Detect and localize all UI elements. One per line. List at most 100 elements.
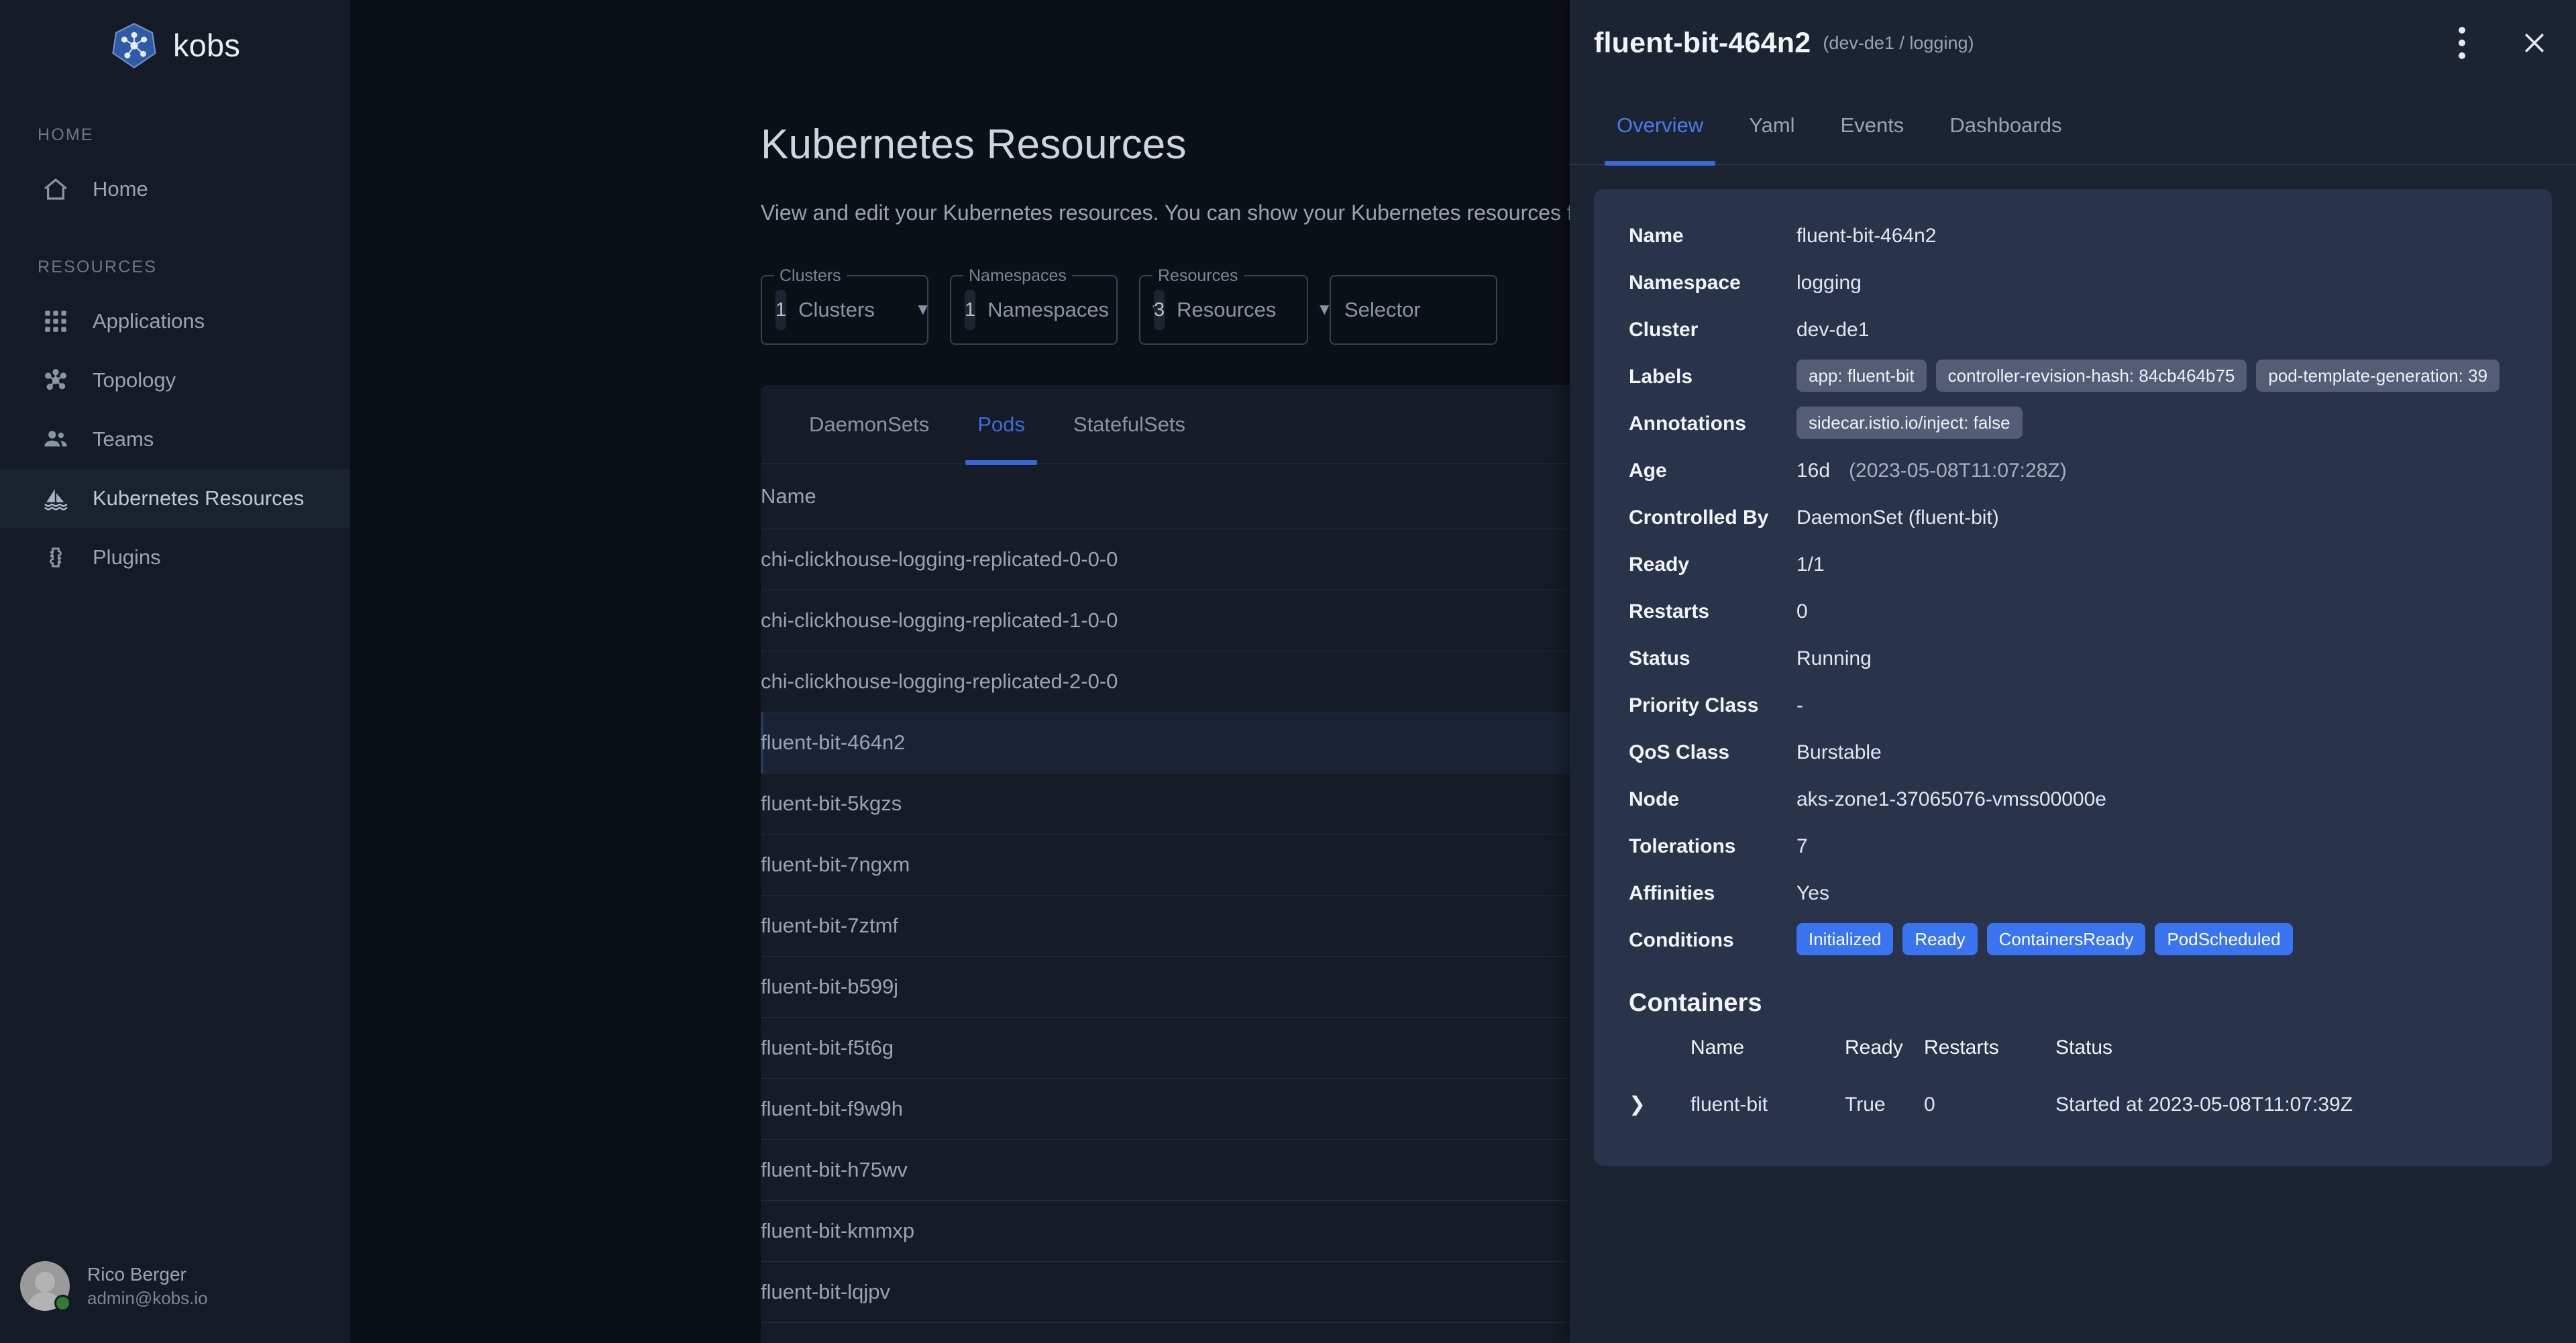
detail-text: 0 xyxy=(1796,600,1808,623)
tab-pods[interactable]: Pods xyxy=(953,385,1049,465)
detail-row: Ready 1/1 xyxy=(1629,547,2517,582)
namespaces-label: Namespaces xyxy=(963,266,1072,286)
topology-icon xyxy=(44,369,67,390)
sidebar-item-teams[interactable]: Teams xyxy=(0,410,350,469)
namespaces-value: Namespaces xyxy=(987,298,1110,321)
container-row[interactable]: ❯ fluent-bit True 0 Started at 2023-05-08T11… xyxy=(1629,1078,2517,1134)
resources-select[interactable]: Resources 3 Resources ▼ xyxy=(1139,266,1332,345)
containers-column-restarts: Restarts xyxy=(1924,1036,1999,1059)
brand[interactable]: kobs xyxy=(0,0,350,91)
kebab-menu-icon xyxy=(2459,27,2465,59)
nav-section-home: HOME xyxy=(38,125,94,144)
detail-row: Affinities Yes xyxy=(1629,876,2517,911)
expand-container-button[interactable]: ❯ xyxy=(1629,1078,1690,1134)
detail-key: QoS Class xyxy=(1629,741,1730,763)
detail-key: Namespace xyxy=(1629,272,1741,294)
close-icon xyxy=(2524,33,2544,53)
detail-fields: Name fluent-bit-464n2 Namespace logging Clus… xyxy=(1629,219,2517,958)
detail-row: Conditions Initialized Ready ContainersRead… xyxy=(1629,923,2517,958)
detail-text-muted: (2023-05-08T11:07:28Z) xyxy=(1849,460,2067,482)
selector-placeholder: Selector xyxy=(1344,298,1421,321)
detail-row: Node aks-zone1-37065076-vmss00000e xyxy=(1629,782,2517,817)
sidebar: kobs HOME Home RESOURCES Applications To… xyxy=(0,0,350,1343)
detail-value: Burstable xyxy=(1796,735,1882,770)
resources-count-badge: 3 xyxy=(1154,290,1165,330)
clusters-select[interactable]: Clusters 1 Clusters ▼ xyxy=(761,266,931,345)
detail-value: Yes xyxy=(1796,876,1829,911)
detail-text: logging xyxy=(1796,272,1862,294)
detail-pill: app: fluent-bit xyxy=(1796,360,1927,392)
sidebar-item-label: Teams xyxy=(93,427,154,451)
sidebar-item-home[interactable]: Home xyxy=(0,160,350,219)
detail-row: QoS Class Burstable xyxy=(1629,735,2517,770)
detail-key: Priority Class xyxy=(1629,694,1759,716)
drawer-tab-yaml[interactable]: Yaml xyxy=(1726,86,1817,165)
avatar xyxy=(20,1261,71,1311)
user-profile[interactable]: Rico Berger admin@kobs.io xyxy=(0,1261,350,1343)
detail-text: Yes xyxy=(1796,882,1829,904)
drawer-header: fluent-bit-464n2 (dev-de1 / logging) xyxy=(1570,0,2576,86)
detail-row: Priority Class - xyxy=(1629,688,2517,723)
detail-value: app: fluent-bit controller-revision-hash:… xyxy=(1796,360,2500,392)
resources-value: Resources xyxy=(1177,298,1277,321)
drawer-tab-dashboards[interactable]: Dashboards xyxy=(1927,86,2084,165)
condition-badge: PodScheduled xyxy=(2155,923,2293,955)
sidebar-item-kubernetes-resources[interactable]: Kubernetes Resources xyxy=(0,469,350,528)
nav-section-resources: RESOURCES xyxy=(38,258,158,276)
detail-key: Node xyxy=(1629,788,1679,810)
detail-row: Annotations sidecar.istio.io/inject: fals… xyxy=(1629,407,2517,441)
selector-field[interactable]: Selector xyxy=(1330,275,1497,345)
close-button[interactable] xyxy=(2517,25,2552,60)
row-name: fluent-bit-h75wv xyxy=(761,1139,1629,1201)
detail-value: 0 xyxy=(1796,594,1808,629)
container-ready: True xyxy=(1845,1093,1886,1116)
tab-statefulsets[interactable]: StatefulSets xyxy=(1049,385,1210,464)
detail-key: Restarts xyxy=(1629,600,1710,623)
drawer-tab-events[interactable]: Events xyxy=(1818,86,1927,165)
drawer-tab-overview[interactable]: Overview xyxy=(1594,86,1726,166)
detail-text: DaemonSet (fluent-bit) xyxy=(1796,506,1999,529)
detail-pill: sidecar.istio.io/inject: false xyxy=(1796,407,2023,439)
detail-value: aks-zone1-37065076-vmss00000e xyxy=(1796,782,2106,817)
detail-value: 1/1 xyxy=(1796,547,1825,582)
kobs-logo-icon xyxy=(112,22,156,68)
namespaces-select[interactable]: Namespaces 1 Namespaces ▼ xyxy=(950,266,1165,345)
row-name: chi-clickhouse-logging-replicated-1-0-0 xyxy=(761,590,1629,651)
column-header-name[interactable]: Name xyxy=(761,464,1629,529)
detail-row: Age 16d (2023-05-08T11:07:28Z) xyxy=(1629,453,2517,488)
tab-daemonsets[interactable]: DaemonSets xyxy=(785,385,953,464)
row-name: chi-clickhouse-logging-replicated-0-0-0 xyxy=(761,529,1629,590)
detail-text: 7 xyxy=(1796,835,1808,857)
clusters-count-badge: 1 xyxy=(775,290,787,330)
sidebar-item-plugins[interactable]: Plugins xyxy=(0,528,350,587)
kebab-menu-button[interactable] xyxy=(2445,25,2479,60)
people-icon xyxy=(44,431,67,447)
detail-text: fluent-bit-464n2 xyxy=(1796,225,1937,247)
home-icon xyxy=(44,178,67,200)
detail-row: Restarts 0 xyxy=(1629,594,2517,629)
sidebar-item-topology[interactable]: Topology xyxy=(0,351,350,410)
detail-key: Status xyxy=(1629,647,1690,669)
detail-text: Burstable xyxy=(1796,741,1882,763)
containers-column-expand xyxy=(1629,1030,1690,1078)
row-name: fluent-bit-nbsjj xyxy=(761,1322,1629,1343)
user-email: admin@kobs.io xyxy=(87,1287,208,1308)
clusters-label: Clusters xyxy=(774,266,847,286)
detail-value: 7 xyxy=(1796,829,1808,864)
row-name: fluent-bit-f5t6g xyxy=(761,1017,1629,1079)
detail-value: fluent-bit-464n2 xyxy=(1796,219,1936,254)
row-name: chi-clickhouse-logging-replicated-2-0-0 xyxy=(761,651,1629,712)
drawer-title: fluent-bit-464n2 xyxy=(1594,26,1811,59)
app-root: kobs HOME Home RESOURCES Applications To… xyxy=(0,0,2576,1343)
condition-badge: ContainersReady xyxy=(1986,923,2146,955)
detail-row: Crontrolled By DaemonSet (fluent-bit) xyxy=(1629,500,2517,535)
row-name: fluent-bit-7ztmf xyxy=(761,895,1629,957)
row-name: fluent-bit-464n2 xyxy=(761,712,1629,773)
detail-value: 16d (2023-05-08T11:07:28Z) xyxy=(1796,453,2067,488)
detail-key: Cluster xyxy=(1629,319,1699,341)
sidebar-item-applications[interactable]: Applications xyxy=(0,292,350,351)
detail-value: sidecar.istio.io/inject: false xyxy=(1796,407,2023,439)
detail-text: dev-de1 xyxy=(1796,319,1870,341)
containers-header-row: Name Ready Restarts Status xyxy=(1629,1030,2517,1078)
status-indicator-online xyxy=(54,1295,71,1311)
